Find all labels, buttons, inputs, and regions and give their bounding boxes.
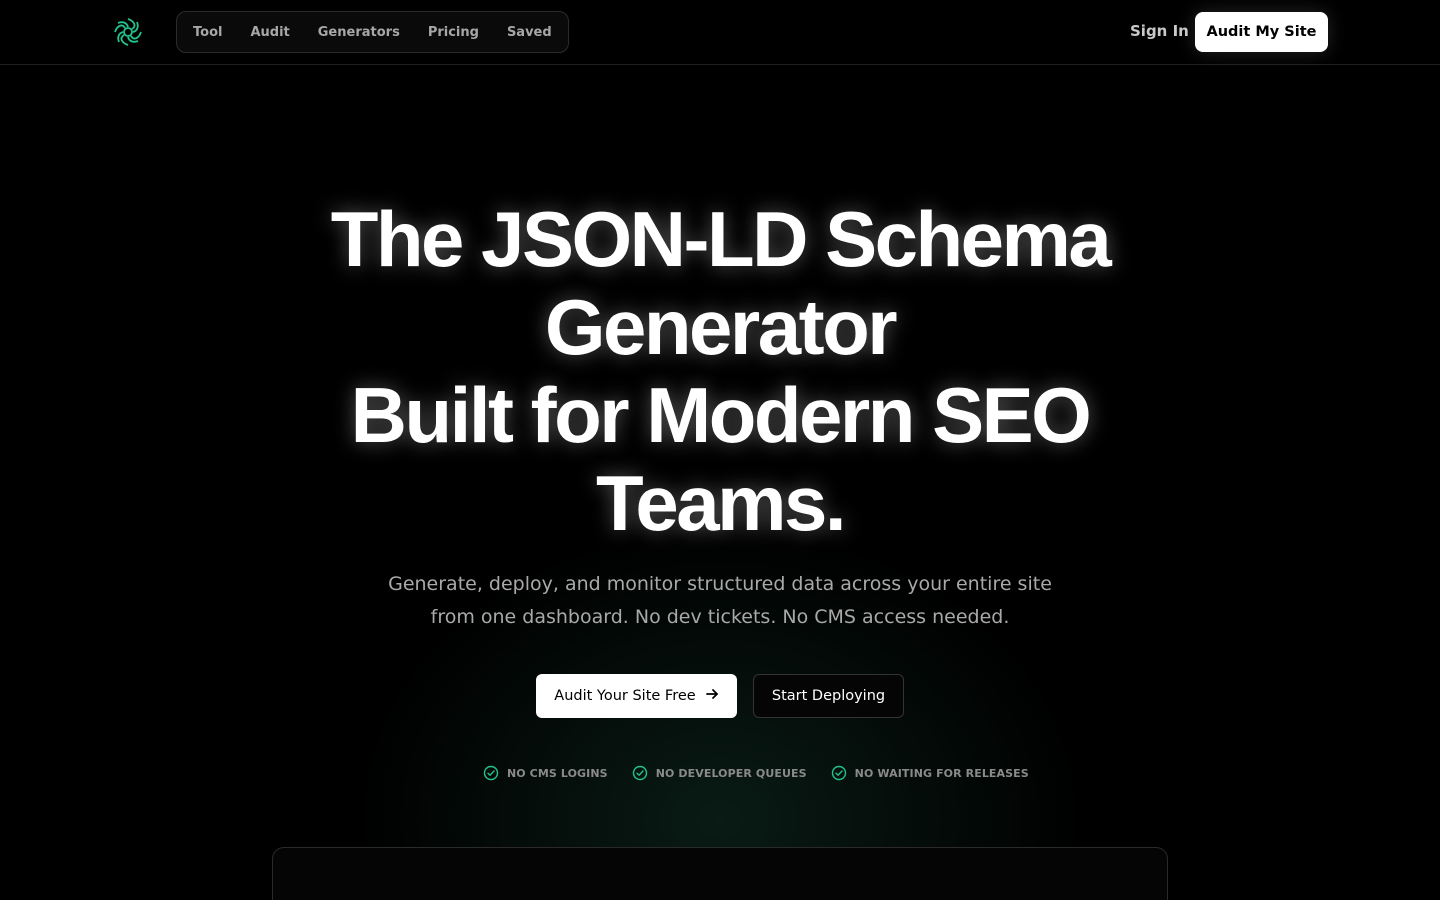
sign-in-link[interactable]: Sign In [1130, 22, 1189, 40]
hero-title-line: Generator [544, 283, 898, 371]
site-header: Tool Audit Generators Pricing Saved Sign… [0, 0, 1440, 65]
badge-label: NO CMS LOGINS [507, 766, 608, 780]
badge-no-waiting-for-releases: NO WAITING FOR RELEASES [831, 765, 1029, 781]
check-circle-icon [483, 765, 499, 781]
arrow-right-icon [705, 687, 719, 705]
check-circle-icon [831, 765, 846, 781]
cta-row: Audit Your Site Free Start Deploying [536, 674, 904, 718]
spiral-logo-icon[interactable] [111, 15, 145, 49]
audit-my-site-button[interactable]: Audit My Site [1195, 12, 1328, 52]
hero-title: The JSON-LD Schema Generator Built for M… [220, 195, 1220, 547]
hero-title-line: Built for Modern SEO [350, 371, 1092, 459]
audit-your-site-free-button[interactable]: Audit Your Site Free [536, 674, 737, 718]
start-deploying-button[interactable]: Start Deploying [753, 674, 904, 718]
badge-no-cms-logins: NO CMS LOGINS [483, 765, 608, 781]
dashboard-preview-card [272, 847, 1168, 900]
nav-item-tool[interactable]: Tool [193, 25, 222, 40]
hero-subtitle: Generate, deploy, and monitor structured… [388, 573, 1052, 628]
main-nav: Tool Audit Generators Pricing Saved [176, 11, 569, 53]
nav-item-saved[interactable]: Saved [507, 25, 552, 40]
nav-item-pricing[interactable]: Pricing [428, 25, 479, 40]
hero-title-line: Teams. [595, 459, 847, 547]
nav-item-audit[interactable]: Audit [250, 25, 289, 40]
badge-label: NO DEVELOPER QUEUES [655, 766, 807, 780]
hero-title-line: The JSON-LD Schema [330, 195, 1112, 283]
badge-no-developer-queues: NO DEVELOPER QUEUES [632, 765, 807, 781]
primary-cta-label: Audit Your Site Free [554, 688, 696, 704]
feature-badges: NO CMS LOGINS NO DEVELOPER QUEUES NO WAI… [483, 765, 1029, 781]
badge-label: NO WAITING FOR RELEASES [854, 766, 1029, 780]
check-circle-icon [632, 765, 647, 781]
nav-item-generators[interactable]: Generators [318, 25, 400, 40]
